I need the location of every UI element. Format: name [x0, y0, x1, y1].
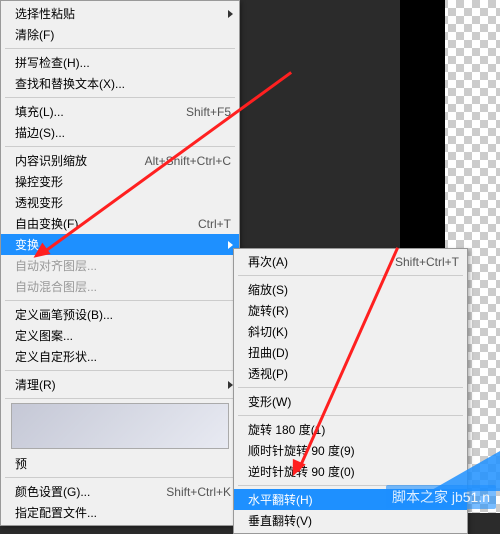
menu-item-color-settings[interactable]: 颜色设置(G)... Shift+Ctrl+K: [1, 481, 239, 502]
menu-item-puppet-warp[interactable]: 操控变形: [1, 171, 239, 192]
menu-label: 内容识别缩放: [15, 152, 129, 169]
menu-item-define-brush[interactable]: 定义画笔预设(B)...: [1, 304, 239, 325]
separator: [5, 97, 235, 98]
menu-item-paste-special[interactable]: 选择性粘贴: [1, 3, 239, 24]
menu-item-fill[interactable]: 填充(L)... Shift+F5: [1, 101, 239, 122]
menu-item-content-aware[interactable]: 内容识别缩放 Alt+Shift+Ctrl+C: [1, 150, 239, 171]
menu-item-find-replace[interactable]: 查找和替换文本(X)...: [1, 73, 239, 94]
submenu-item-rotate[interactable]: 旋转(R): [234, 300, 467, 321]
menu-label: 自动对齐图层...: [15, 257, 231, 274]
menu-label: 自由变换(F): [15, 215, 182, 232]
menu-item-free-transform[interactable]: 自由变换(F) Ctrl+T: [1, 213, 239, 234]
menu-item-auto-blend: 自动混合图层...: [1, 276, 239, 297]
watermark-text: 脚本之家 jb51.n: [386, 485, 496, 509]
separator: [5, 300, 235, 301]
menu-label: 顺时针旋转 90 度(9): [248, 442, 459, 459]
menu-label: 透视变形: [15, 194, 231, 211]
shortcut: Alt+Shift+Ctrl+C: [145, 154, 231, 168]
separator: [5, 398, 235, 399]
menu-label: 垂直翻转(V): [248, 512, 459, 529]
menu-label: 再次(A): [248, 253, 379, 270]
menu-label: 旋转(R): [248, 302, 459, 319]
menu-label: 操控变形: [15, 173, 231, 190]
menu-label: 拼写检查(H)...: [15, 54, 231, 71]
menu-label: 填充(L)...: [15, 103, 170, 120]
menu-label: 选择性粘贴: [15, 5, 231, 22]
menu-label: 清理(R): [15, 376, 231, 393]
shortcut: Shift+Ctrl+K: [166, 485, 231, 499]
separator: [5, 146, 235, 147]
submenu-item-flip-vertical[interactable]: 垂直翻转(V): [234, 510, 467, 531]
menu-item-stroke[interactable]: 描边(S)...: [1, 122, 239, 143]
menu-item-spell-check[interactable]: 拼写检查(H)...: [1, 52, 239, 73]
shortcut: Shift+Ctrl+T: [395, 255, 459, 269]
menu-label: 定义图案...: [15, 327, 231, 344]
menu-label: 查找和替换文本(X)...: [15, 75, 231, 92]
menu-item-define-pattern[interactable]: 定义图案...: [1, 325, 239, 346]
menu-label: 缩放(S): [248, 281, 459, 298]
edit-menu: 选择性粘贴 清除(F) 拼写检查(H)... 查找和替换文本(X)... 填充(…: [0, 0, 240, 526]
separator: [238, 415, 463, 416]
menu-label: 定义自定形状...: [15, 348, 231, 365]
submenu-item-perspective[interactable]: 透视(P): [234, 363, 467, 384]
menu-label: 颜色设置(G)...: [15, 483, 150, 500]
menu-label: 清除(F): [15, 26, 231, 43]
menu-label: 变形(W): [248, 393, 459, 410]
separator: [5, 48, 235, 49]
separator: [238, 275, 463, 276]
menu-item-define-shape[interactable]: 定义自定形状...: [1, 346, 239, 367]
menu-label: 透视(P): [248, 365, 459, 382]
submenu-item-skew[interactable]: 斜切(K): [234, 321, 467, 342]
menu-label: 定义画笔预设(B)...: [15, 306, 231, 323]
separator: [238, 387, 463, 388]
menu-label: 逆时针旋转 90 度(0): [248, 463, 459, 480]
canvas-dark-region: [400, 0, 445, 260]
submenu-item-again[interactable]: 再次(A) Shift+Ctrl+T: [234, 251, 467, 272]
menu-label: 斜切(K): [248, 323, 459, 340]
menu-item-preset-manager[interactable]: 预: [1, 453, 239, 474]
separator: [5, 370, 235, 371]
submenu-arrow-icon: [228, 10, 233, 18]
shortcut: Ctrl+T: [198, 217, 231, 231]
submenu-item-rotate-180[interactable]: 旋转 180 度(1): [234, 419, 467, 440]
menu-label: 预: [15, 455, 231, 472]
shortcut: Shift+F5: [186, 105, 231, 119]
preset-preview: [11, 403, 229, 449]
menu-item-purge[interactable]: 清除(F): [1, 24, 239, 45]
separator: [5, 477, 235, 478]
menu-label: 自动混合图层...: [15, 278, 231, 295]
menu-item-purge-submenu[interactable]: 清理(R): [1, 374, 239, 395]
menu-label: 旋转 180 度(1): [248, 421, 459, 438]
submenu-item-scale[interactable]: 缩放(S): [234, 279, 467, 300]
submenu-item-warp[interactable]: 变形(W): [234, 391, 467, 412]
